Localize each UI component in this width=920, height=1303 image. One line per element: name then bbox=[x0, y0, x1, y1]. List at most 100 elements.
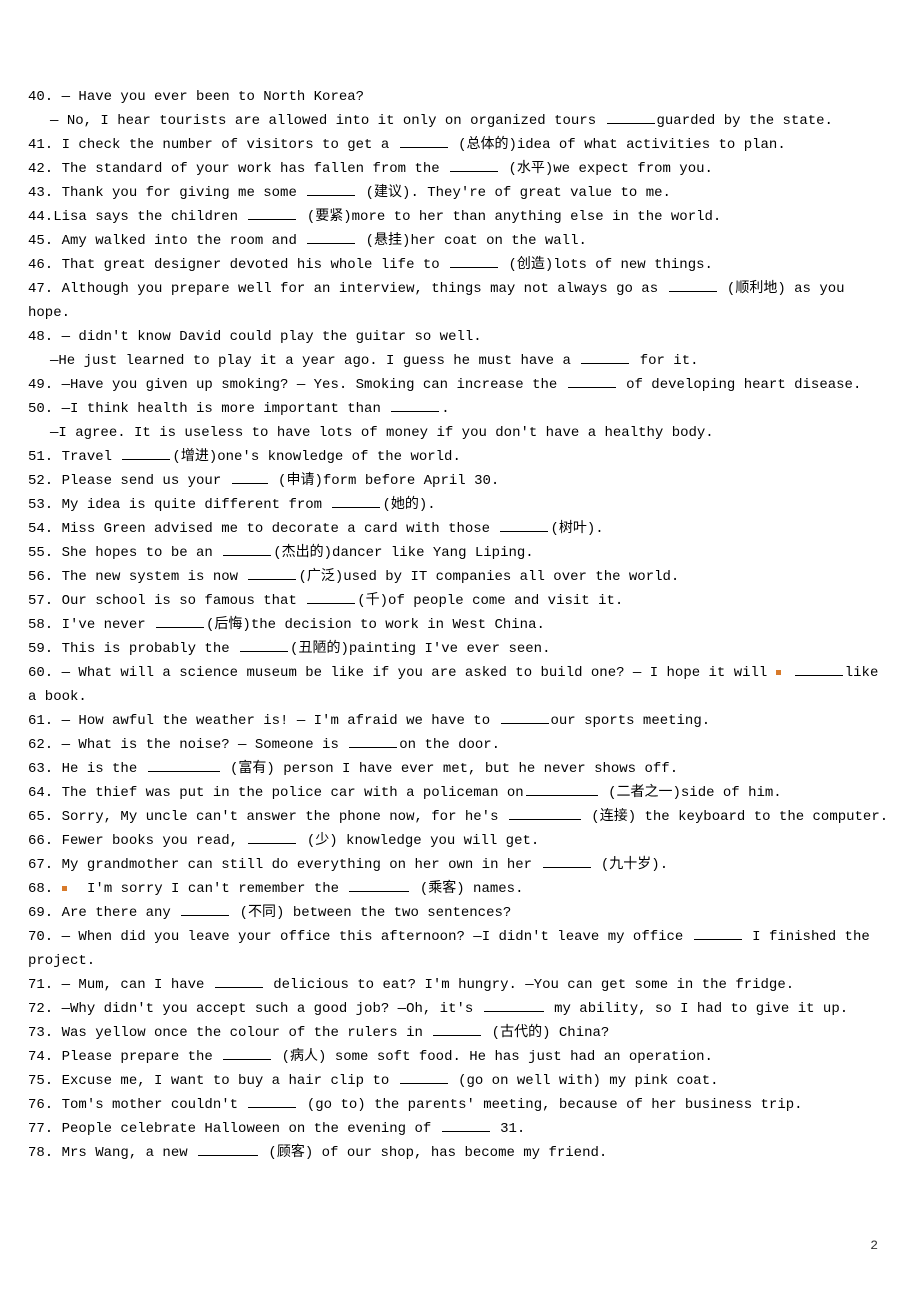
q46-prefix: 46. bbox=[28, 257, 62, 273]
question-71: 71. — Mum, can I have delicious to eat? … bbox=[28, 973, 892, 997]
q58-a: I've never bbox=[62, 617, 154, 633]
q64-b: (二者之一)side of him. bbox=[600, 785, 782, 801]
q44-b: (要紧)more to her than anything else in th… bbox=[298, 209, 721, 225]
blank-icon bbox=[500, 517, 548, 532]
question-48-line2: —He just learned to play it a year ago. … bbox=[28, 349, 892, 373]
q67-prefix: 67. bbox=[28, 857, 62, 873]
q43-a: Thank you for giving me some bbox=[62, 185, 306, 201]
q59-prefix: 59. bbox=[28, 641, 62, 657]
question-54: 54. Miss Green advised me to decorate a … bbox=[28, 517, 892, 541]
question-44: 44.Lisa says the children (要紧)more to he… bbox=[28, 205, 892, 229]
q56-prefix: 56. bbox=[28, 569, 62, 585]
question-68: 68. I'm sorry I can't remember the (乘客) … bbox=[28, 877, 892, 901]
blank-icon bbox=[307, 181, 355, 196]
question-50: 50. —I think health is more important th… bbox=[28, 397, 892, 421]
q50-a: —I think health is more important than bbox=[62, 401, 390, 417]
blank-icon bbox=[501, 709, 549, 724]
question-66: 66. Fewer books you read, (少) knowledge … bbox=[28, 829, 892, 853]
q40-b-prefix: — bbox=[50, 113, 67, 129]
marker-icon bbox=[776, 670, 781, 675]
blank-icon bbox=[248, 829, 296, 844]
q65-b: (连接) the keyboard to the computer. bbox=[583, 809, 888, 825]
blank-icon bbox=[694, 925, 742, 940]
q77-prefix: 77. bbox=[28, 1121, 62, 1137]
blank-icon bbox=[349, 877, 409, 892]
question-67: 67. My grandmother can still do everythi… bbox=[28, 853, 892, 877]
blank-icon bbox=[669, 277, 717, 292]
blank-icon bbox=[223, 541, 271, 556]
q73-b: (古代的) China? bbox=[483, 1025, 609, 1041]
blank-icon bbox=[795, 661, 843, 676]
question-42: 42. The standard of your work has fallen… bbox=[28, 157, 892, 181]
q78-b: (顾客) of our shop, has become my friend. bbox=[260, 1145, 607, 1161]
question-63: 63. He is the (富有) person I have ever me… bbox=[28, 757, 892, 781]
blank-icon bbox=[543, 853, 591, 868]
blank-icon bbox=[450, 157, 498, 172]
q76-a: Tom's mother couldn't bbox=[62, 1097, 247, 1113]
q48-b-a: He just learned to play it a year ago. I… bbox=[58, 353, 579, 369]
q59-b: (丑陋的)painting I've ever seen. bbox=[290, 641, 550, 657]
blank-icon bbox=[248, 565, 296, 580]
q41-b: (总体的)idea of what activities to plan. bbox=[450, 137, 786, 153]
q51-b: (增进)one's knowledge of the world. bbox=[172, 449, 460, 465]
question-64: 64. The thief was put in the police car … bbox=[28, 781, 892, 805]
q69-prefix: 69. bbox=[28, 905, 62, 921]
q51-prefix: 51. bbox=[28, 449, 62, 465]
q61-b: our sports meeting. bbox=[551, 713, 711, 729]
q46-a: That great designer devoted his whole li… bbox=[62, 257, 448, 273]
blank-icon bbox=[240, 637, 288, 652]
blank-icon bbox=[607, 109, 655, 124]
q77-a: People celebrate Halloween on the evenin… bbox=[62, 1121, 440, 1137]
q42-b: (水平)we expect from you. bbox=[500, 161, 713, 177]
q61-prefix: 61. — bbox=[28, 713, 78, 729]
q47-prefix: 47. bbox=[28, 281, 62, 297]
q72-prefix: 72. bbox=[28, 1001, 62, 1017]
question-78: 78. Mrs Wang, a new (顾客) of our shop, ha… bbox=[28, 1141, 892, 1165]
q60-prefix: 60. — bbox=[28, 665, 78, 681]
blank-icon bbox=[391, 397, 439, 412]
q55-prefix: 55. bbox=[28, 545, 62, 561]
q57-b: (千)of people come and visit it. bbox=[357, 593, 623, 609]
q60-a: What will a science museum be like if yo… bbox=[78, 665, 775, 681]
blank-icon bbox=[349, 733, 397, 748]
q67-a: My grandmother can still do everything o… bbox=[62, 857, 541, 873]
blank-icon bbox=[215, 973, 263, 988]
question-45: 45. Amy walked into the room and (悬挂)her… bbox=[28, 229, 892, 253]
blank-icon bbox=[581, 349, 629, 364]
q49-b: of developing heart disease. bbox=[618, 377, 862, 393]
blank-icon bbox=[433, 1021, 481, 1036]
q78-a: Mrs Wang, a new bbox=[62, 1145, 196, 1161]
q71-a: Mum, can I have bbox=[78, 977, 212, 993]
q50-b: . bbox=[441, 401, 449, 417]
blank-icon bbox=[307, 229, 355, 244]
q42-prefix: 42. bbox=[28, 161, 62, 177]
q58-prefix: 58. bbox=[28, 617, 62, 633]
question-51: 51. Travel (增进)one's knowledge of the wo… bbox=[28, 445, 892, 469]
q48-prefix: 48. — bbox=[28, 329, 78, 345]
question-41: 41. I check the number of visitors to ge… bbox=[28, 133, 892, 157]
q51-a: Travel bbox=[62, 449, 121, 465]
blank-icon bbox=[442, 1117, 490, 1132]
q47-a: Although you prepare well for an intervi… bbox=[62, 281, 667, 297]
question-57: 57. Our school is so famous that (千)of p… bbox=[28, 589, 892, 613]
q52-prefix: 52. bbox=[28, 473, 62, 489]
q57-a: Our school is so famous that bbox=[62, 593, 306, 609]
question-49: 49. —Have you given up smoking? — Yes. S… bbox=[28, 373, 892, 397]
question-53: 53. My idea is quite different from (她的)… bbox=[28, 493, 892, 517]
q50-b-text: I agree. It is useless to have lots of m… bbox=[58, 425, 713, 441]
q66-b: (少) knowledge you will get. bbox=[298, 833, 539, 849]
blank-icon bbox=[248, 205, 296, 220]
q65-a: Sorry, My uncle can't answer the phone n… bbox=[62, 809, 507, 825]
blank-icon bbox=[198, 1141, 258, 1156]
q69-a: Are there any bbox=[62, 905, 180, 921]
q46-b: (创造)lots of new things. bbox=[500, 257, 713, 273]
blank-icon bbox=[223, 1045, 271, 1060]
question-43: 43. Thank you for giving me some (建议). T… bbox=[28, 181, 892, 205]
q45-a: Amy walked into the room and bbox=[62, 233, 306, 249]
q57-prefix: 57. bbox=[28, 593, 62, 609]
question-60: 60. — What will a science museum be like… bbox=[28, 661, 892, 709]
q63-prefix: 63. bbox=[28, 761, 62, 777]
q64-prefix: 64. bbox=[28, 785, 62, 801]
q53-a: My idea is quite different from bbox=[62, 497, 331, 513]
question-75: 75. Excuse me, I want to buy a hair clip… bbox=[28, 1069, 892, 1093]
